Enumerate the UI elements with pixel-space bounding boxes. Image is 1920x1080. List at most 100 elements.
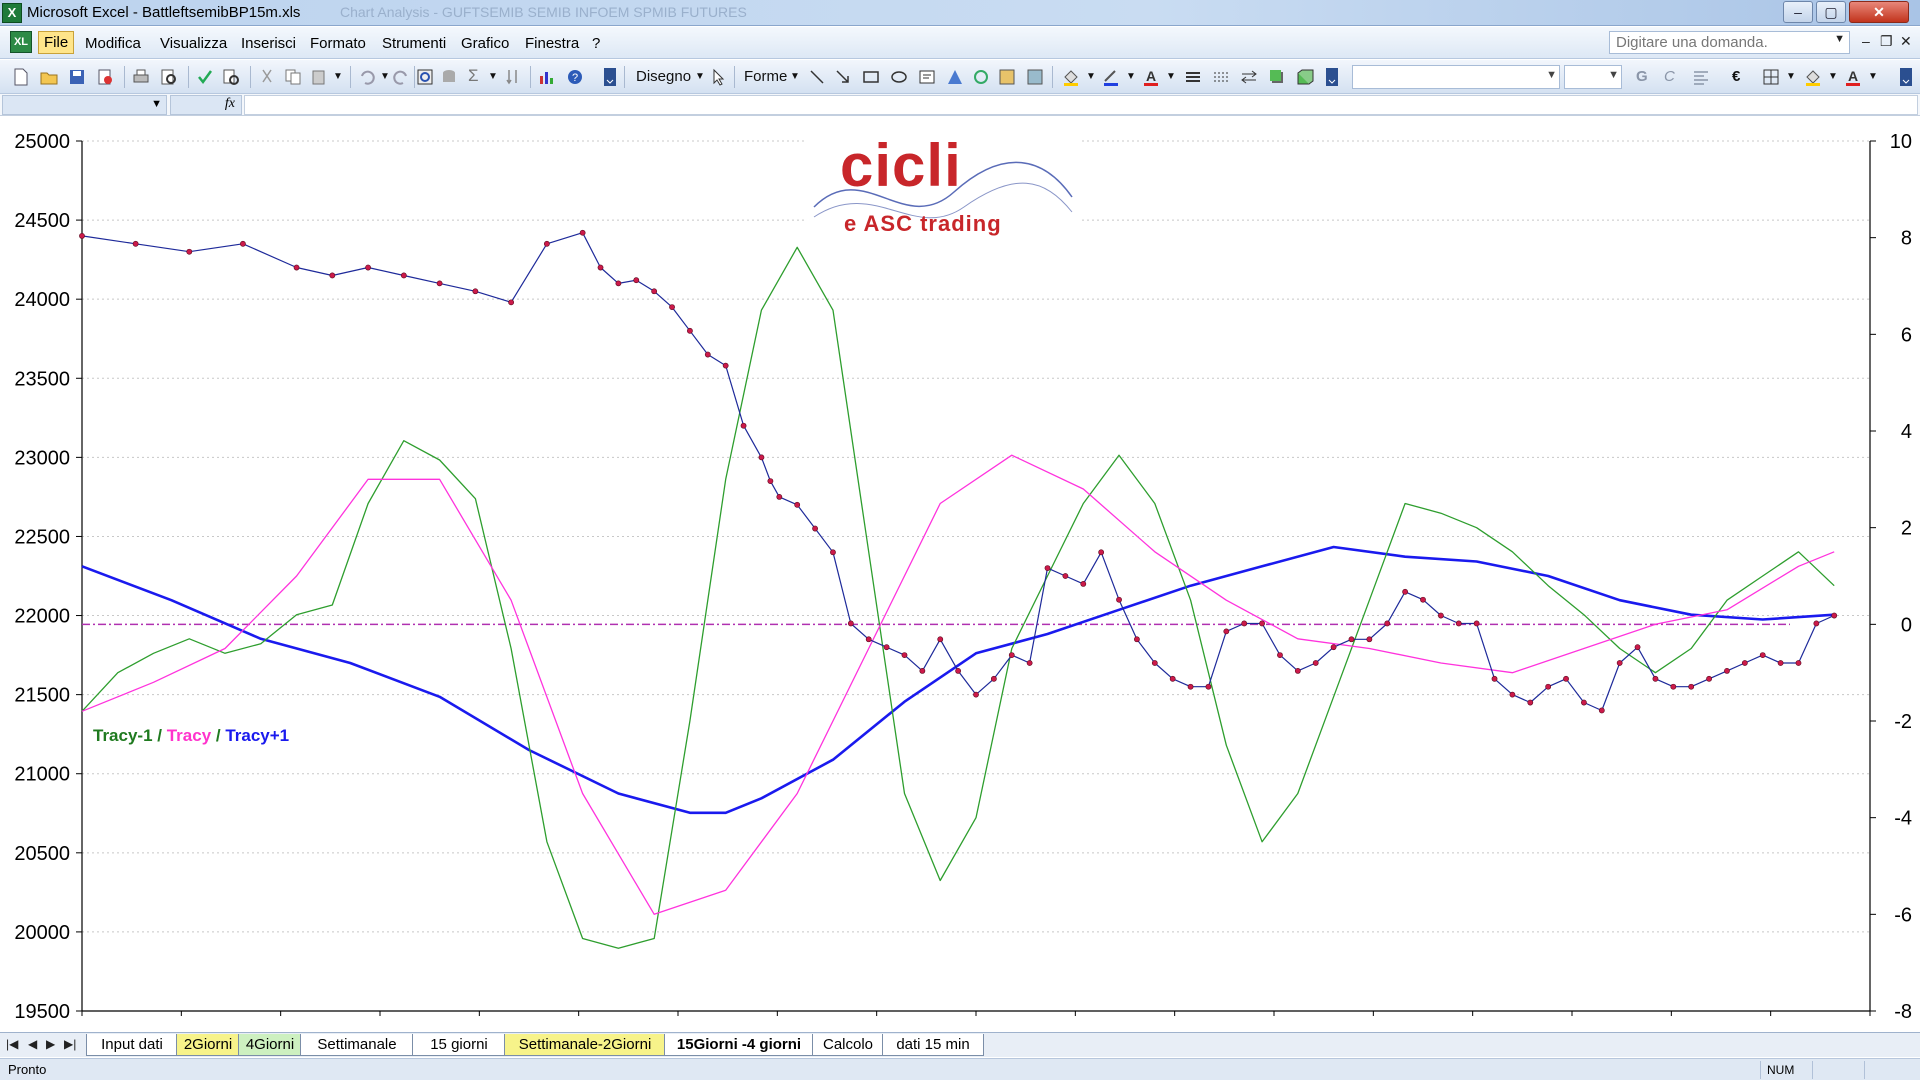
font-name-combo[interactable]: ▼ <box>1352 65 1560 89</box>
borders-icon[interactable] <box>1762 68 1780 86</box>
chevron-down-icon[interactable]: ▼ <box>1786 71 1796 82</box>
chevron-down-icon[interactable]: ▼ <box>380 71 390 82</box>
menu-help[interactable]: ? <box>587 33 605 54</box>
autosum-icon[interactable]: Σ <box>468 66 479 86</box>
doc-restore-icon[interactable]: ❐ <box>1880 33 1893 50</box>
italic-button[interactable]: C <box>1664 68 1675 85</box>
chevron-down-icon[interactable]: ▼ <box>1828 71 1838 82</box>
cut-icon[interactable] <box>258 68 276 86</box>
arrow-style-icon[interactable] <box>1240 68 1258 86</box>
shapes-menu[interactable]: Forme <box>744 68 787 85</box>
menu-inserisci[interactable]: Inserisci <box>236 33 301 54</box>
menu-file[interactable]: File <box>38 31 75 54</box>
chevron-down-icon[interactable]: ▼ <box>1086 71 1096 82</box>
chevron-down-icon[interactable]: ▼ <box>333 71 343 82</box>
minimize-button[interactable]: – <box>1783 1 1813 23</box>
print-icon[interactable] <box>132 68 150 86</box>
permission-icon[interactable] <box>96 68 114 86</box>
sheet-tab[interactable]: Input dati <box>86 1034 178 1056</box>
last-sheet-icon[interactable]: ▶| <box>64 1037 76 1051</box>
wordart-icon[interactable] <box>946 68 964 86</box>
chevron-down-icon[interactable]: ▼ <box>1166 71 1176 82</box>
fill-color-icon[interactable] <box>1062 68 1080 86</box>
sheet-tab[interactable]: 4Giorni <box>238 1034 302 1056</box>
doc-close-icon[interactable]: ✕ <box>1900 33 1912 50</box>
chevron-down-icon[interactable]: ▼ <box>695 71 705 82</box>
chevron-down-icon[interactable]: ▼ <box>1868 71 1878 82</box>
currency-button[interactable]: € <box>1732 68 1740 85</box>
toolbar-options-icon[interactable] <box>1900 68 1912 86</box>
toolbar-options-icon[interactable] <box>604 68 616 86</box>
menu-formato[interactable]: Formato <box>305 33 371 54</box>
excel-app-icon[interactable]: X <box>2 3 22 23</box>
chevron-down-icon[interactable]: ▼ <box>488 71 498 82</box>
workbook-icon[interactable]: XL <box>10 31 32 53</box>
dash-style-icon[interactable] <box>1212 68 1230 86</box>
name-box[interactable]: ▼ <box>2 95 167 115</box>
bold-button[interactable]: G <box>1636 68 1648 85</box>
first-sheet-icon[interactable]: |◀ <box>6 1037 18 1051</box>
menu-finestra[interactable]: Finestra <box>520 33 584 54</box>
chevron-down-icon[interactable]: ▼ <box>1546 69 1557 81</box>
next-sheet-icon[interactable]: ▶ <box>46 1037 55 1051</box>
diagram-icon[interactable] <box>972 68 990 86</box>
menu-visualizza[interactable]: Visualizza <box>155 33 232 54</box>
sort-icon[interactable] <box>504 68 522 86</box>
save-icon[interactable] <box>68 68 86 86</box>
spelling-icon[interactable] <box>196 68 214 86</box>
menu-grafico[interactable]: Grafico <box>456 33 514 54</box>
research-icon[interactable] <box>222 68 240 86</box>
sheet-tab[interactable]: Settimanale-2Giorni <box>504 1034 666 1056</box>
align-icon[interactable] <box>1692 68 1710 86</box>
line-tool-icon[interactable] <box>808 68 826 86</box>
font-color-icon[interactable]: A <box>1142 68 1160 86</box>
close-button[interactable]: ✕ <box>1849 1 1909 23</box>
print-preview-icon[interactable] <box>160 68 178 86</box>
chevron-down-icon[interactable]: ▼ <box>151 98 162 110</box>
menu-strumenti[interactable]: Strumenti <box>377 33 451 54</box>
chevron-down-icon[interactable]: ▼ <box>1126 71 1136 82</box>
insert-function-button[interactable]: fx <box>170 95 242 115</box>
toolbar-options-icon[interactable] <box>1326 68 1338 86</box>
copy-icon[interactable] <box>284 68 302 86</box>
select-pointer-icon[interactable] <box>710 68 728 86</box>
sheet-tab[interactable]: 2Giorni <box>176 1034 240 1056</box>
insert-picture-icon[interactable] <box>1026 68 1044 86</box>
rectangle-tool-icon[interactable] <box>862 68 880 86</box>
sheet-tab-active[interactable]: 15Giorni -4 giorni <box>664 1034 814 1056</box>
font-color-icon[interactable]: A <box>1844 68 1862 86</box>
chevron-down-icon[interactable]: ▼ <box>1608 69 1619 81</box>
clipart-icon[interactable] <box>998 68 1016 86</box>
hyperlink-icon[interactable] <box>416 68 434 86</box>
sheet-tab[interactable]: dati 15 min <box>882 1034 984 1056</box>
chevron-down-icon[interactable]: ▼ <box>1834 33 1845 45</box>
sheet-tab[interactable]: Settimanale <box>300 1034 414 1056</box>
paste-icon[interactable] <box>310 68 328 86</box>
line-style-icon[interactable] <box>1184 68 1202 86</box>
chart[interactable]: 25000 24500 24000 23500 23000 22500 22000 21500… <box>0 117 1920 1032</box>
undo-icon[interactable] <box>358 68 376 86</box>
maximize-button[interactable]: ▢ <box>1816 1 1846 23</box>
menu-modifica[interactable]: Modifica <box>80 33 146 54</box>
line-color-icon[interactable] <box>1102 68 1120 86</box>
arrow-tool-icon[interactable] <box>834 68 852 86</box>
new-file-icon[interactable] <box>12 68 30 86</box>
chart-wizard-icon[interactable] <box>538 68 556 86</box>
sheet-tab[interactable]: Calcolo <box>812 1034 884 1056</box>
database-icon[interactable] <box>440 68 458 86</box>
ask-question-box[interactable]: Digitare una domanda. ▼ <box>1609 31 1850 54</box>
draw-menu[interactable]: Disegno <box>636 68 691 85</box>
doc-minimize-icon[interactable]: – <box>1862 33 1870 49</box>
oval-tool-icon[interactable] <box>890 68 908 86</box>
chevron-down-icon[interactable]: ▼ <box>790 71 800 82</box>
help-icon[interactable]: ? <box>566 68 584 86</box>
fill-color-icon[interactable] <box>1804 68 1822 86</box>
font-size-combo[interactable]: ▼ <box>1564 65 1622 89</box>
formula-input[interactable] <box>244 95 1918 115</box>
chart-area[interactable]: 25000 24500 24000 23500 23000 22500 22000 21500… <box>0 117 1920 1032</box>
sheet-tab[interactable]: 15 giorni <box>412 1034 506 1056</box>
textbox-tool-icon[interactable] <box>918 68 936 86</box>
open-folder-icon[interactable] <box>40 68 58 86</box>
shadow-style-icon[interactable] <box>1268 68 1286 86</box>
redo-icon[interactable] <box>392 68 410 86</box>
